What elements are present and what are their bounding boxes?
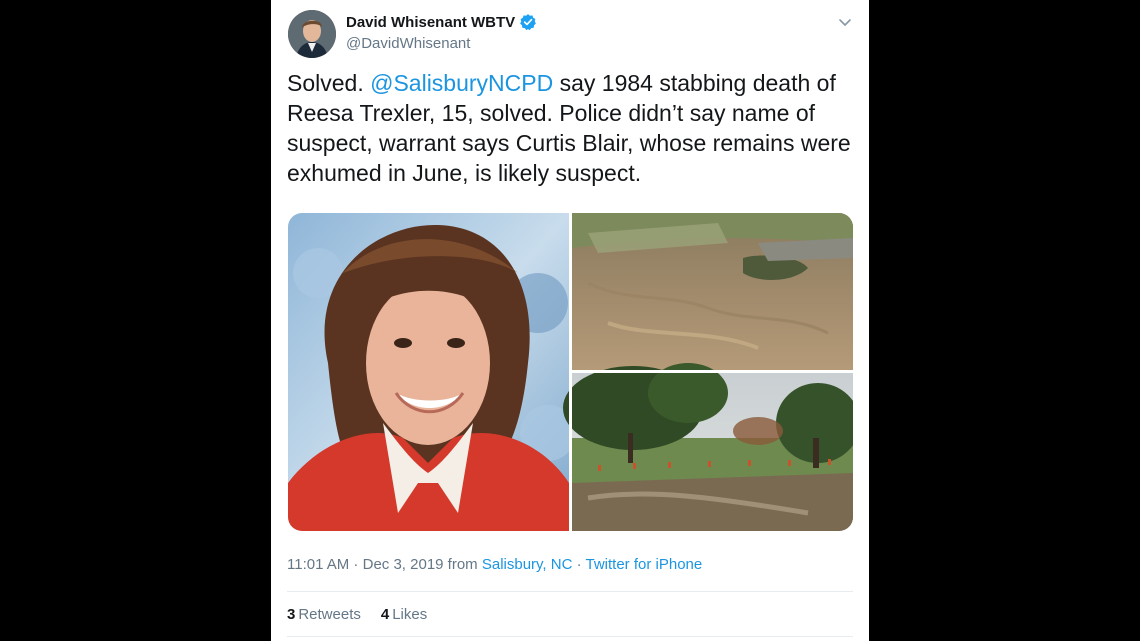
tweet-text-part1: Solved. — [287, 70, 371, 96]
retweets-label: Retweets — [298, 606, 361, 623]
likes-stat[interactable]: 4 Likes — [381, 606, 427, 623]
portrait-photo[interactable] — [288, 213, 576, 531]
source-link[interactable]: Twitter for iPhone — [586, 556, 703, 573]
cemetery-trees-photo[interactable] — [563, 363, 853, 531]
tweet-time[interactable]: 11:01 AM — [287, 556, 349, 573]
meta-from: from — [443, 556, 482, 573]
tweet-card: David Whisenant WBTV @DavidWhisenant Sol… — [271, 0, 869, 641]
likes-label: Likes — [392, 606, 428, 623]
location-link[interactable]: Salisbury, NC — [482, 556, 573, 573]
retweets-stat[interactable]: 3 Retweets — [287, 606, 361, 623]
author-display-name[interactable]: David Whisenant WBTV — [346, 14, 515, 31]
likes-count: 4 — [380, 606, 390, 623]
dirt-grave-photo[interactable] — [572, 213, 853, 370]
author-name-row[interactable]: David Whisenant WBTV — [346, 13, 537, 31]
tweet-stats: 3 Retweets 4 Likes — [287, 606, 427, 623]
avatar-image — [288, 10, 336, 58]
avatar[interactable] — [288, 10, 336, 58]
tweet-meta: 11:01 AM · Dec 3, 2019 from Salisbury, N… — [287, 556, 702, 573]
author-handle[interactable]: @DavidWhisenant — [346, 35, 470, 52]
verified-badge-icon — [520, 14, 537, 31]
chevron-down-icon[interactable] — [837, 14, 853, 30]
retweets-count: 3 — [287, 606, 296, 623]
meta-separator-2: · — [572, 556, 586, 573]
tweet-text: Solved. @SalisburyNCPD say 1984 stabbing… — [287, 68, 855, 188]
mention-link[interactable]: @SalisburyNCPD — [370, 70, 553, 96]
tweet-date[interactable]: Dec 3, 2019 — [363, 556, 444, 573]
divider-top — [287, 591, 853, 592]
meta-separator: · — [349, 556, 363, 573]
media-grid — [288, 213, 853, 531]
divider-bottom — [287, 636, 853, 637]
